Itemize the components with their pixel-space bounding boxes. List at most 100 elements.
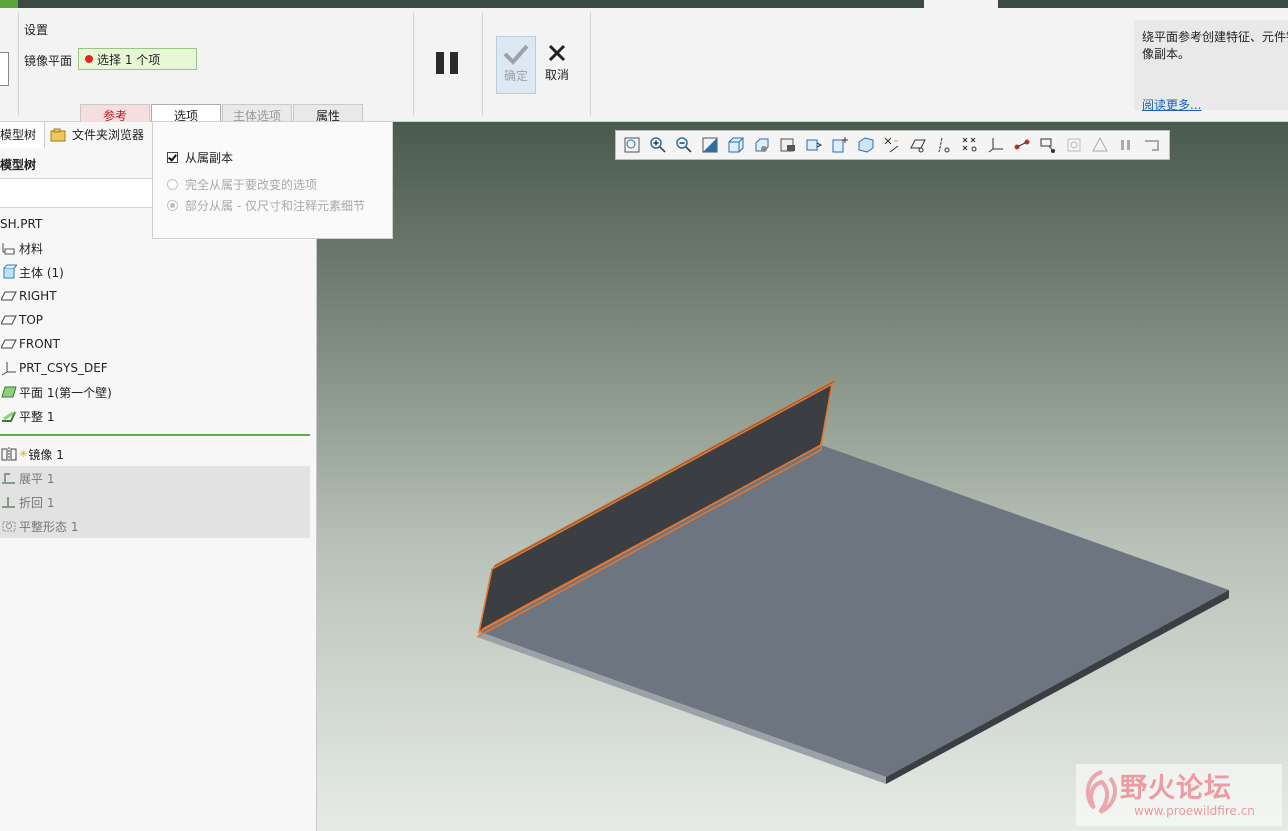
pause-button[interactable] [434, 52, 460, 76]
new-feature-star-icon: ✳ [19, 448, 28, 460]
mirror-dashboard: 设置 镜像平面 选择 1 个项 确定 取消 绕平面参考创建特征、元件镜 像副本。… [0, 8, 1288, 127]
active-ribbon-tab[interactable] [924, 0, 998, 8]
view-toolbar [615, 130, 1170, 160]
mirror-icon [1, 446, 17, 462]
refit-icon[interactable] [622, 135, 642, 155]
tree-header: 模型树 [0, 158, 37, 172]
body-icon [1, 264, 17, 280]
help-panel: 绕平面参考创建特征、元件镜 像副本。 阅读更多... [1134, 20, 1288, 113]
unbend-icon [1, 470, 17, 486]
tree-item-mirror[interactable]: ✳ 镜像 1 [0, 442, 310, 466]
appearance-icon[interactable] [1142, 135, 1162, 155]
flat-pattern-icon [1, 518, 17, 534]
close-icon [548, 44, 566, 62]
bend-back-icon [1, 494, 17, 510]
app-accent [0, 0, 18, 8]
partial-dependent-radio[interactable] [167, 200, 178, 211]
read-more-link[interactable]: 阅读更多... [1142, 96, 1201, 113]
required-dot-icon [85, 55, 93, 63]
spin-center-icon[interactable] [830, 135, 850, 155]
dependent-copy-label[interactable]: 从属副本 [185, 149, 233, 166]
tree-item-label: 主体 (1) [19, 265, 64, 280]
point-display-icon[interactable] [960, 135, 980, 155]
title-strip [0, 0, 1288, 8]
filter-icon[interactable] [1038, 135, 1058, 155]
tree-item-label: 材料 [19, 241, 44, 256]
tree-item-label: 平面 1(第一个壁) [19, 385, 112, 400]
zoom-out-icon[interactable] [674, 135, 694, 155]
tree-item-right[interactable]: RIGHT [0, 284, 310, 308]
axis-display-icon[interactable] [934, 135, 954, 155]
csys-display-icon[interactable] [986, 135, 1006, 155]
tree-item-flat-wall[interactable]: 平整 1 [0, 404, 310, 428]
flat-wall-icon [1, 408, 17, 424]
divider [482, 12, 483, 116]
datum-plane-icon [1, 288, 17, 304]
tree-item-planar-wall[interactable]: 平面 1(第一个壁) [0, 380, 310, 404]
mirror-plane-collector[interactable]: 选择 1 个项 [78, 48, 197, 70]
display-style-icon[interactable] [726, 135, 746, 155]
mirror-plane-label: 镜像平面 [24, 54, 73, 68]
tree-item-label: 展平 1 [19, 471, 55, 486]
tree-item-csys[interactable]: PRT_CSYS_DEF [0, 356, 310, 380]
csys-icon [1, 360, 17, 376]
cancel-button[interactable]: 取消 [540, 36, 574, 94]
tree-item-label: 折回 1 [19, 495, 55, 510]
ok-button[interactable]: 确定 [496, 36, 536, 94]
folder-browser-label: 文件夹浏览器 [72, 128, 145, 142]
view-manager-icon[interactable] [778, 135, 798, 155]
tab-folder-browser[interactable]: 文件夹浏览器 [50, 122, 150, 148]
options-panel: 从属副本 完全从属于要改变的选项 部分从属 - 仅尺寸和注释元素细节 [152, 121, 393, 239]
ok-label: 确定 [503, 69, 528, 83]
dependent-copy-checkbox[interactable] [167, 152, 178, 163]
collector-text: 选择 1 个项 [97, 52, 161, 67]
forum-watermark: 野火论坛 www.proewildfire.cn [1076, 764, 1282, 826]
tab-model-tree[interactable]: 模型树 [0, 122, 45, 148]
full-dependent-radio[interactable] [167, 179, 178, 190]
watermark-url: www.proewildfire.cn [1134, 804, 1255, 818]
datum-plane-icon [1, 336, 17, 352]
folder-icon [50, 128, 66, 142]
feature-display-icon[interactable] [1064, 135, 1084, 155]
partial-dependent-label: 部分从属 - 仅尺寸和注释元素细节 [185, 199, 365, 213]
tree-item-material[interactable]: 材料 [0, 236, 310, 260]
watermark-title: 野火论坛 [1120, 773, 1232, 804]
tree-item-front[interactable]: FRONT [0, 332, 310, 356]
tree-item-body[interactable]: 主体 (1) [0, 260, 310, 284]
cancel-label: 取消 [544, 68, 569, 82]
insert-here-marker[interactable] [0, 434, 310, 436]
spin-display-icon[interactable] [1012, 135, 1032, 155]
tree-item-unbend[interactable]: 展平 1 [0, 466, 310, 490]
full-dependent-label: 完全从属于要改变的选项 [185, 178, 318, 192]
tree-item-label: 平整 1 [19, 409, 55, 424]
mirror-feature-icon [0, 52, 9, 86]
graphics-window[interactable] [317, 122, 1288, 831]
tree-item-label: SH.PRT [0, 217, 43, 231]
tree-item-label: 平整形态 1 [19, 519, 79, 534]
checkmark-icon [503, 44, 529, 65]
warning-icon[interactable] [1090, 135, 1110, 155]
annotation-display-icon[interactable] [882, 135, 902, 155]
tree-item-label: TOP [19, 313, 44, 327]
tree-item-label: RIGHT [19, 289, 57, 303]
tree-item-label: 镜像 1 [28, 447, 64, 462]
divider [590, 12, 591, 116]
plane-display-icon[interactable] [908, 135, 928, 155]
divider [18, 12, 19, 116]
settings-group-title: 设置 [24, 23, 49, 37]
sheetmetal-model[interactable] [317, 122, 1288, 831]
repaint-icon[interactable] [700, 135, 720, 155]
pause-icon[interactable] [1116, 135, 1136, 155]
zoom-in-icon[interactable] [648, 135, 668, 155]
tree-item-top[interactable]: TOP [0, 308, 310, 332]
tree-item-label: PRT_CSYS_DEF [19, 361, 108, 375]
perspective-icon[interactable] [804, 135, 824, 155]
material-icon [1, 240, 17, 256]
tree-item-label: FRONT [19, 337, 60, 351]
section-icon[interactable] [856, 135, 876, 155]
planar-wall-icon [1, 384, 17, 400]
divider [413, 12, 414, 116]
tree-item-flat-pattern[interactable]: 平整形态 1 [0, 514, 310, 538]
tree-item-bend-back[interactable]: 折回 1 [0, 490, 310, 514]
saved-orientations-icon[interactable] [752, 135, 772, 155]
